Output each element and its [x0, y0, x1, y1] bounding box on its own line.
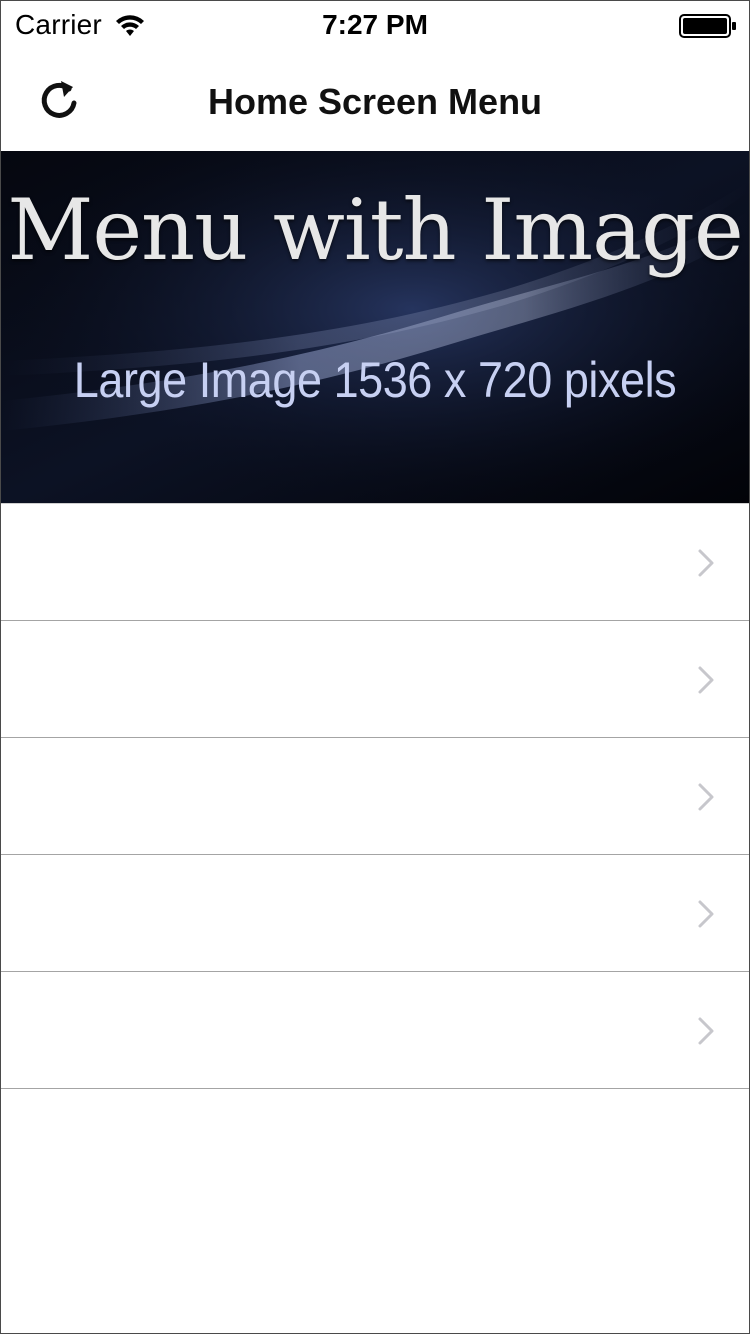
chevron-right-icon	[698, 783, 714, 811]
menu-item[interactable]	[1, 855, 749, 972]
banner-title: Menu with Image	[7, 181, 743, 279]
menu-item[interactable]	[1, 972, 749, 1089]
menu-item[interactable]	[1, 621, 749, 738]
banner-image: Menu with Image Large Image 1536 x 720 p…	[1, 151, 749, 503]
chevron-right-icon	[698, 549, 714, 577]
status-time: 7:27 PM	[322, 9, 428, 40]
battery-full-icon	[679, 14, 736, 38]
status-bar: Carrier 7:27 PM	[1, 1, 749, 51]
chevron-right-icon	[698, 666, 714, 694]
chevron-right-icon	[698, 1017, 714, 1045]
navigation-bar: Home Screen Menu	[1, 51, 749, 151]
menu-list	[1, 503, 749, 1089]
menu-item[interactable]	[1, 503, 749, 621]
nav-title: Home Screen Menu	[207, 81, 543, 122]
chevron-right-icon	[698, 900, 714, 928]
app-screen: Carrier 7:27 PM Home Screen Menu Menu wi…	[0, 0, 750, 1334]
banner-subtitle: Large Image 1536 x 720 pixels	[73, 352, 677, 408]
menu-item[interactable]	[1, 738, 749, 855]
